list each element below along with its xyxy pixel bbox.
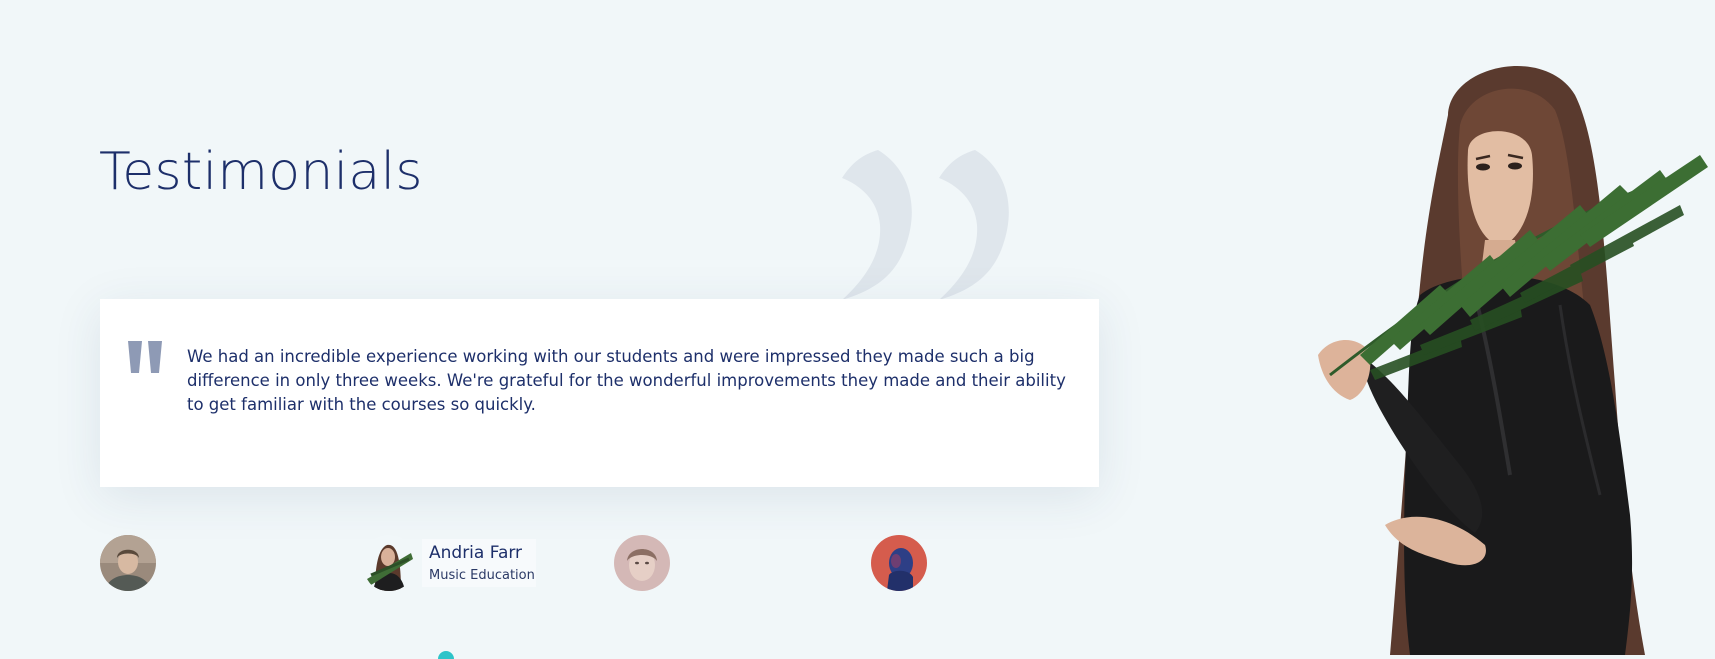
testimonial-text: We had an incredible experience working … bbox=[187, 347, 1066, 414]
section-title: Testimonials bbox=[99, 142, 423, 202]
testimonial-card: We had an incredible experience working … bbox=[100, 299, 1099, 487]
avatar[interactable] bbox=[871, 535, 927, 591]
avatar[interactable] bbox=[100, 535, 156, 591]
slider-indicator[interactable] bbox=[438, 651, 454, 659]
avatar[interactable] bbox=[614, 535, 670, 591]
quote-icon bbox=[842, 150, 1009, 300]
person-role: Music Education bbox=[429, 568, 535, 583]
nameplate: Andria Farr Music Education bbox=[422, 539, 536, 587]
testimonials-section: Testimonials We had an incredible experi… bbox=[0, 0, 1715, 659]
quote-icon bbox=[128, 341, 162, 373]
featured-portrait bbox=[1318, 66, 1708, 655]
avatar[interactable] bbox=[361, 535, 417, 591]
person-name: Andria Farr bbox=[429, 543, 523, 563]
